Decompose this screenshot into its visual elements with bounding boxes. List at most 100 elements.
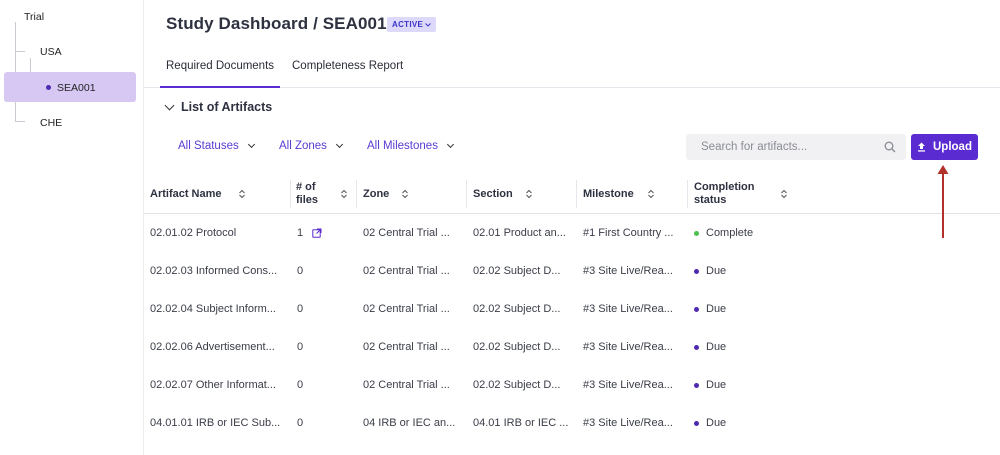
zone-filter[interactable]: All Zones <box>279 140 343 152</box>
file-count-cell: 0 <box>297 341 304 353</box>
section-cell: 02.01 Product an... <box>473 227 566 239</box>
status-filter[interactable]: All Statuses <box>178 140 255 152</box>
tree-item-che[interactable]: CHE <box>40 117 62 129</box>
status-due-icon <box>694 268 699 274</box>
upload-button[interactable]: Upload <box>911 134 978 160</box>
tree-item-sea001[interactable]: SEA001 <box>57 82 96 94</box>
milestone-cell: #3 Site Live/Rea... <box>583 379 673 391</box>
sidebar-tree: Trial USA SEA001 CHE <box>0 0 144 455</box>
status-cell: Due <box>694 252 804 290</box>
status-label: Due <box>706 303 727 315</box>
tab-required-documents[interactable]: Required Documents <box>159 60 281 88</box>
column-file-count[interactable]: # of files <box>296 174 356 214</box>
tree-connector <box>15 51 25 52</box>
table-row[interactable]: 02.02.03 Informed Cons... 0 02 Central T… <box>144 252 1000 290</box>
table-row[interactable]: 02.01.02 Protocol 1 02 Central Trial ...… <box>144 214 1000 252</box>
column-milestone[interactable]: Milestone <box>583 174 683 214</box>
zone-cell: 02 Central Trial ... <box>363 265 450 277</box>
chevron-down-icon <box>164 100 175 110</box>
status-due-icon <box>694 344 699 350</box>
milestone-filter[interactable]: All Milestones <box>367 140 454 152</box>
milestone-cell: #3 Site Live/Rea... <box>583 303 673 315</box>
section-cell: 02.02 Subject D... <box>473 341 561 353</box>
status-label: Due <box>706 417 727 429</box>
file-count-cell: 0 <box>297 303 304 315</box>
file-count-value: 1 <box>297 227 304 239</box>
search-box <box>686 134 906 160</box>
zone-cell: 02 Central Trial ... <box>363 227 450 239</box>
column-label: Completion status <box>694 181 755 206</box>
column-label: Section <box>473 187 513 200</box>
status-cell: Complete <box>694 214 804 252</box>
artifact-name-cell[interactable]: 02.01.02 Protocol <box>150 214 290 252</box>
search-input[interactable] <box>701 141 871 153</box>
artifact-name-cell[interactable]: 02.02.03 Informed Cons... <box>150 252 290 290</box>
chevron-down-icon <box>446 140 454 149</box>
column-completion-status[interactable]: Completion status <box>694 174 804 214</box>
tree-item-trial[interactable]: Trial <box>24 11 44 23</box>
tree-item-usa[interactable]: USA <box>40 46 62 58</box>
tree-connector <box>15 121 25 122</box>
artifact-name-cell[interactable]: 04.01.01 IRB or IEC Sub... <box>150 404 290 442</box>
status-label: Due <box>706 341 727 353</box>
section-title: List of Artifacts <box>181 100 273 114</box>
section-cell: 02.02 Subject D... <box>473 379 561 391</box>
milestone-cell: #1 First Country ... <box>583 227 674 239</box>
status-cell: Due <box>694 404 804 442</box>
external-link-icon[interactable] <box>312 228 322 238</box>
column-section[interactable]: Section <box>473 174 573 214</box>
artifact-name-cell[interactable]: 02.02.04 Subject Inform... <box>150 290 290 328</box>
upload-button-label: Upload <box>933 141 972 153</box>
chevron-down-icon <box>335 140 343 149</box>
sort-icon <box>526 189 532 199</box>
upload-icon <box>918 142 925 152</box>
sort-icon <box>341 189 347 199</box>
status-cell: Due <box>694 290 804 328</box>
sort-icon <box>402 189 408 199</box>
column-divider <box>290 180 291 208</box>
column-divider <box>466 180 467 208</box>
tab-bar: Required Documents Completeness Report <box>144 50 1000 88</box>
column-label: Artifact Name <box>150 187 222 200</box>
table-row[interactable]: 04.01.01 IRB or IEC Sub... 0 04 IRB or I… <box>144 404 1000 442</box>
zone-cell: 04 IRB or IEC an... <box>363 417 456 429</box>
table-header: Artifact Name # of files Zone Section Mi… <box>144 174 1000 214</box>
file-count-cell: 1 <box>297 214 352 252</box>
status-complete-icon <box>694 230 699 236</box>
table-row[interactable]: 02.02.04 Subject Inform... 0 02 Central … <box>144 290 1000 328</box>
zone-cell: 02 Central Trial ... <box>363 303 450 315</box>
status-label: Complete <box>706 227 754 239</box>
tab-completeness-report[interactable]: Completeness Report <box>292 60 403 88</box>
section-toggle[interactable]: List of Artifacts <box>164 100 273 114</box>
file-count-cell: 0 <box>297 417 304 429</box>
section-cell: 04.01 IRB or IEC ... <box>473 417 569 429</box>
column-zone[interactable]: Zone <box>363 174 463 214</box>
search-icon[interactable] <box>884 141 896 153</box>
status-filter-label: All Statuses <box>178 140 239 152</box>
status-label: Due <box>706 265 727 277</box>
status-label: Due <box>706 379 727 391</box>
status-due-icon <box>694 420 699 426</box>
status-badge-label: ACTIVE <box>392 20 424 29</box>
column-divider <box>356 180 357 208</box>
milestone-cell: #3 Site Live/Rea... <box>583 341 673 353</box>
sort-icon <box>239 189 245 199</box>
sort-icon <box>648 189 654 199</box>
status-cell: Due <box>694 366 804 404</box>
milestone-cell: #3 Site Live/Rea... <box>583 265 673 277</box>
table-row[interactable]: 02.02.07 Other Informat... 0 02 Central … <box>144 366 1000 404</box>
status-cell: Due <box>694 328 804 366</box>
chevron-down-icon <box>247 140 255 149</box>
zone-cell: 02 Central Trial ... <box>363 379 450 391</box>
section-cell: 02.02 Subject D... <box>473 265 561 277</box>
table-row[interactable]: 02.02.06 Advertisement... 0 02 Central T… <box>144 328 1000 366</box>
milestone-filter-label: All Milestones <box>367 140 438 152</box>
column-divider <box>576 180 577 208</box>
status-badge[interactable]: ACTIVE <box>387 17 437 32</box>
artifact-name-cell[interactable]: 02.02.07 Other Informat... <box>150 366 290 404</box>
column-artifact-name[interactable]: Artifact Name <box>150 174 290 214</box>
artifact-name-cell[interactable]: 02.02.06 Advertisement... <box>150 328 290 366</box>
selected-dot-icon <box>46 85 51 90</box>
column-divider <box>687 180 688 208</box>
status-due-icon <box>694 382 699 388</box>
